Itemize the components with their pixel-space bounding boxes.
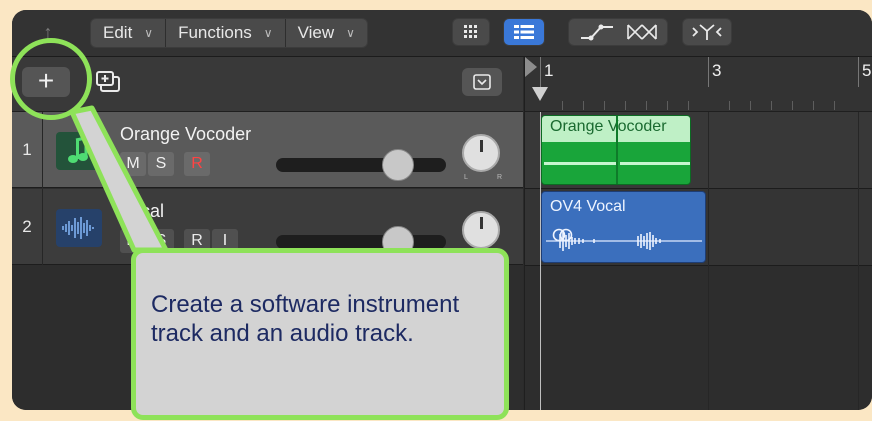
- callout-text: Create a software instrument track and a…: [151, 291, 460, 347]
- callout-box: Create a software instrument track and a…: [131, 248, 509, 420]
